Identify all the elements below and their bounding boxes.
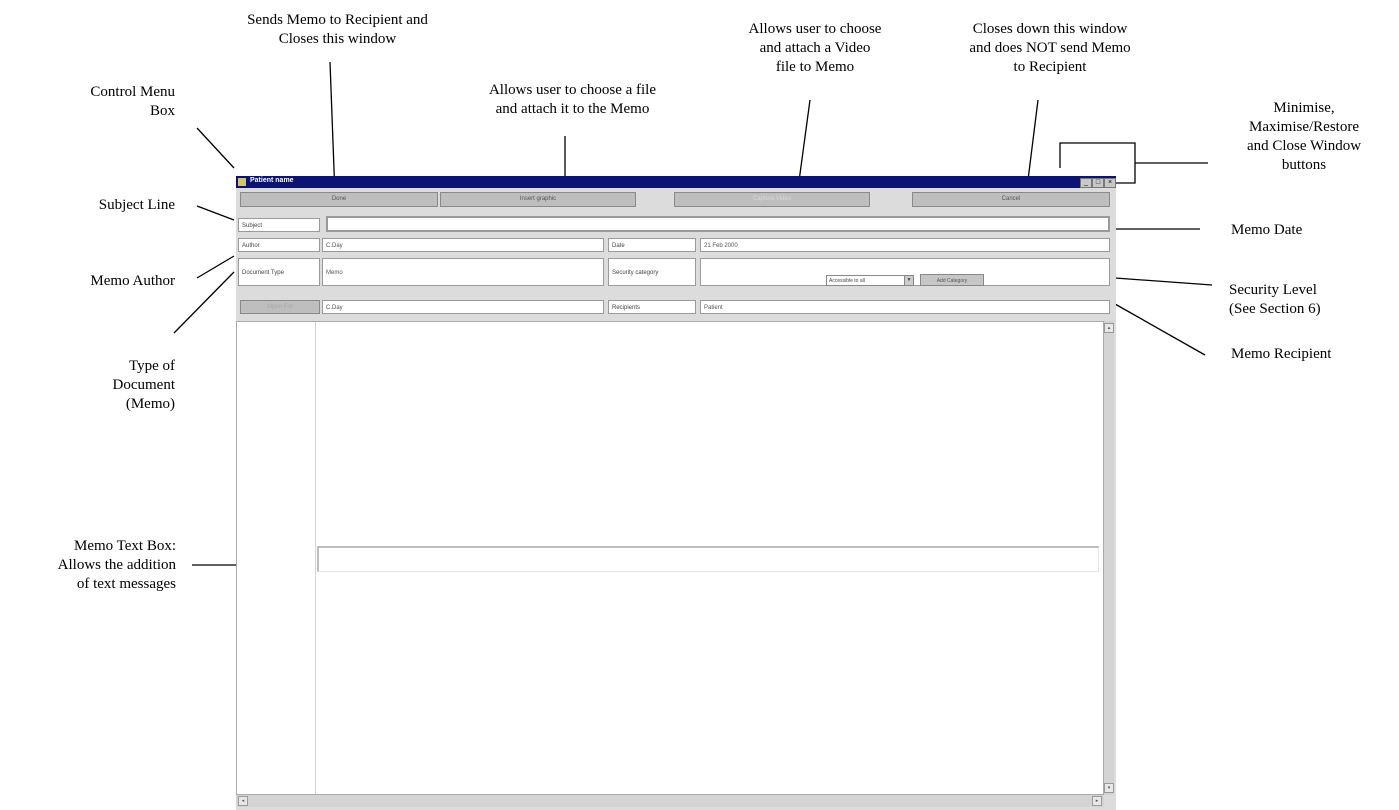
annotation-memo-text-box: Memo Text Box: Allows the addition of text…	[57, 538, 176, 592]
date-field[interactable]: 21 Feb 2000	[700, 238, 1110, 252]
date-label: Date	[608, 238, 696, 252]
document-type-label: Document Type	[238, 258, 320, 286]
recipients-label: Recipients	[608, 300, 696, 314]
annotation-cancel: Closes down this window and does NOT send…	[969, 21, 1131, 75]
annotation-window-buttons: Minimise, Maximise/Restore and Close Windo…	[1246, 100, 1362, 173]
margin-line	[315, 322, 316, 794]
add-category-button[interactable]: Add Category	[920, 274, 984, 286]
minimise-icon[interactable]: _	[1080, 178, 1092, 188]
memo-text-box[interactable]	[317, 546, 1099, 572]
annotation-memo-author: Memo Author	[90, 273, 175, 289]
scroll-left-icon[interactable]: ◂	[238, 796, 248, 806]
annotation-memo-recipient: Memo Recipient	[1231, 346, 1332, 362]
security-category-label: Security category	[608, 258, 696, 286]
vertical-scrollbar[interactable]: ▴ ▾	[1104, 321, 1114, 795]
annotation-insert-graphic: Allows user to choose a file and attach i…	[488, 82, 657, 117]
memo-body-area[interactable]	[236, 321, 1104, 795]
close-icon[interactable]: ×	[1104, 178, 1116, 188]
document-type-field: Memo	[322, 258, 604, 286]
annotation-memo-date: Memo Date	[1231, 222, 1303, 238]
capture-video-button[interactable]: Capture Video	[674, 192, 870, 207]
horizontal-scrollbar[interactable]: ◂ ▸	[236, 795, 1104, 807]
callout-author	[196, 255, 235, 279]
annotation-control-menu-box: Control Menu Box	[90, 84, 175, 119]
callout-security	[1114, 277, 1213, 286]
annotation-security-level: Security Level (See Section 6)	[1229, 282, 1321, 317]
memo-window: Patient name _ □ × Done Insert graphic C…	[236, 176, 1116, 810]
maximise-icon[interactable]: □	[1092, 178, 1104, 188]
window-title: Patient name	[250, 177, 294, 184]
annotation-done: Sends Memo to Recipient and Closes this w…	[247, 12, 428, 47]
annotation-video: Allows user to choose and attach a Video f…	[748, 21, 882, 75]
callout-subject	[196, 205, 235, 221]
callout-doctype	[173, 271, 235, 334]
security-category-select[interactable]: Accessible to all ▼	[826, 275, 914, 286]
done-button[interactable]: Done	[240, 192, 438, 207]
scroll-right-icon[interactable]: ▸	[1092, 796, 1102, 806]
chevron-down-icon[interactable]: ▼	[904, 276, 913, 285]
control-menu-box-icon[interactable]	[238, 178, 246, 186]
subject-input[interactable]	[326, 216, 1110, 232]
author-field: C.Day	[322, 238, 604, 252]
title-bar[interactable]: Patient name _ □ ×	[236, 176, 1116, 188]
open-for-field: C.Day	[322, 300, 604, 314]
subject-label: Subject	[238, 218, 320, 232]
annotation-type-of-document: Type of Document (Memo)	[112, 358, 175, 412]
insert-graphic-button[interactable]: Insert graphic	[440, 192, 636, 207]
annotation-subject-line: Subject Line	[98, 197, 175, 213]
recipients-field[interactable]: Patient	[700, 300, 1110, 314]
scroll-down-icon[interactable]: ▾	[1104, 783, 1114, 793]
scroll-up-icon[interactable]: ▴	[1104, 323, 1114, 333]
cancel-button[interactable]: Cancel	[912, 192, 1110, 207]
callout-control-menu	[196, 127, 235, 169]
author-label: Author	[238, 238, 320, 252]
open-for-button[interactable]: Open For	[240, 300, 320, 314]
security-selected-value: Accessible to all	[829, 278, 865, 284]
callout-recipient	[1114, 303, 1206, 356]
